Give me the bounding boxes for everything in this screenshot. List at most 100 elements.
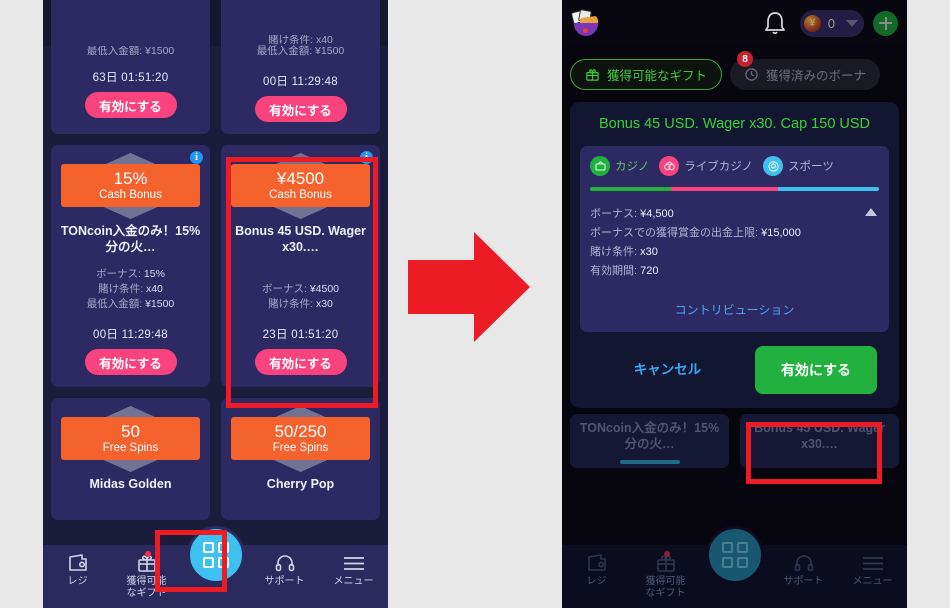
nav-label-cashier: レジ: [586, 576, 607, 587]
nav-label-gifts-line2: なギフト: [645, 588, 686, 599]
gift-card-row-partial: 最低入金額: ¥1500 63日 01:51:20 有効にする 賭け条件: x4…: [51, 0, 380, 134]
gift-meta-row: 最低入金額: ¥1500: [57, 297, 204, 312]
activate-button[interactable]: 有効にする: [254, 96, 347, 122]
bonus-details: ボーナス: ¥4,500 ボーナスでの獲得賞金の出金上限: ¥15,000 賭け…: [590, 205, 879, 281]
logo-accent-dot: [583, 28, 588, 33]
nav-item-cashier[interactable]: レジ: [565, 552, 629, 588]
meta-value: ¥1500: [145, 298, 175, 310]
gift-icon: [586, 69, 599, 81]
app-header-right: ¥ 0: [562, 0, 907, 46]
bottom-navigation-right: レジ 獲得可能 なギフト サポート メニュー: [562, 526, 907, 608]
bell-icon[interactable]: [764, 11, 786, 35]
background-card-title: TONcoin入金のみ！15%分の火…: [579, 421, 720, 451]
meta-label: ボーナス:: [96, 268, 141, 280]
gift-meta: ボーナス: ¥4500 賭け条件: x30: [227, 282, 374, 312]
tab-claimed-bonuses[interactable]: 獲得済みのボーナ: [730, 59, 881, 90]
nav-item-support[interactable]: サポート: [253, 552, 317, 588]
contribution-link[interactable]: コントリビューション: [590, 301, 879, 318]
notification-dot: [663, 551, 670, 557]
gifts-modal-screen: 獲得可能なギフト 獲得済みのボーナ 8 Bonus 45 USD. Wager …: [562, 46, 907, 608]
nav-label-support: サポート: [783, 576, 824, 587]
gift-timer: 00日 11:29:48: [93, 329, 168, 341]
headset-icon: [793, 552, 815, 574]
nav-item-games[interactable]: [186, 526, 245, 584]
tab-available-gifts[interactable]: 獲得可能なギフト: [570, 59, 723, 90]
nav-label-gifts: 獲得可能 なギフト: [646, 576, 686, 600]
gift-card-midas[interactable]: 50 Free Spins Midas Golden: [51, 398, 210, 520]
background-card-title: Bonus 45 USD. Wager x30.…: [754, 421, 885, 451]
gift-card-bonus45[interactable]: i ¥4500 Cash Bonus Bonus 45 USD. Wager x…: [221, 145, 380, 387]
category-casino: カジノ: [590, 156, 649, 176]
nav-item-menu[interactable]: メニュー: [841, 552, 905, 588]
gift-card-partial-2[interactable]: 賭け条件: x40 最低入金額: ¥1500 00日 11:29:48 有効にす…: [221, 0, 380, 134]
bonus-amount: 50/250: [274, 422, 327, 441]
detail-value: ¥15,000: [761, 227, 801, 239]
nav-item-cashier[interactable]: レジ: [46, 552, 110, 588]
gift-meta-row: 賭け条件: x30: [227, 297, 374, 312]
background-card-2[interactable]: Bonus 45 USD. Wager x30.…: [740, 414, 899, 468]
background-card-1[interactable]: TONcoin入金のみ！15%分の火…: [570, 414, 729, 468]
detail-label: 有効期間:: [590, 265, 638, 277]
bonus-ribbon: 50/250 Free Spins: [231, 417, 370, 460]
bonus-ribbon: 15% Cash Bonus: [61, 164, 200, 207]
gift-meta-clipped: 賭け条件: x40: [268, 35, 333, 44]
nav-item-support[interactable]: サポート: [772, 552, 836, 588]
add-funds-button[interactable]: [873, 10, 898, 36]
sports-ball-icon: [763, 156, 784, 176]
gift-tabs: 獲得可能なギフト 獲得済みのボーナ 8: [570, 46, 899, 90]
chevron-down-icon[interactable]: [846, 19, 858, 27]
wallet-icon: [586, 552, 608, 574]
activate-button[interactable]: 有効にする: [254, 349, 347, 375]
bonus-ribbon: 50 Free Spins: [61, 417, 200, 460]
noodle-bowl-logo[interactable]: [570, 9, 601, 36]
gift-icon: [655, 551, 677, 574]
wallet-icon: [67, 552, 89, 574]
gift-icon: [136, 551, 158, 574]
activate-button[interactable]: 有効にする: [84, 92, 177, 118]
progress-segment-live-casino: [670, 187, 778, 191]
bonus-type: Free Spins: [272, 442, 329, 454]
nav-label-menu: メニュー: [333, 576, 374, 587]
gift-title: Midas Golden: [89, 477, 172, 491]
detail-value: 720: [640, 265, 659, 277]
nav-label-support: サポート: [264, 576, 305, 587]
gift-meta-clipped: 最低入金額: ¥1500: [86, 46, 175, 55]
modal-title: Bonus 45 USD. Wager x30. Cap 150 USD: [598, 116, 871, 132]
nav-item-gifts[interactable]: 獲得可能 なギフト: [115, 551, 179, 600]
gift-meta-row: ボーナス: 15%: [57, 267, 204, 282]
bonus-amount: 50: [121, 422, 140, 441]
clock-icon: [745, 68, 758, 81]
nav-item-games[interactable]: [705, 526, 764, 584]
activate-button[interactable]: 有効にする: [84, 349, 177, 375]
balance-pill[interactable]: ¥ 0: [799, 9, 864, 37]
casino-chip-icon: [590, 156, 610, 176]
gift-timer: 63日 01:51:20: [92, 72, 169, 84]
progress-segment-sports: [777, 187, 879, 191]
nav-item-menu[interactable]: メニュー: [322, 552, 386, 588]
gift-card-row-main: i 15% Cash Bonus TONcoin入金のみ！15%分の火… ボーナ…: [51, 145, 380, 387]
activate-button-modal[interactable]: 有効にする: [755, 346, 877, 394]
notification-dot: [144, 551, 151, 557]
chevron-up-icon[interactable]: [865, 208, 877, 216]
meta-value: x40: [145, 283, 163, 295]
grid-icon: [721, 542, 748, 568]
meta-value: x30: [315, 298, 333, 310]
category-contribution-bar: [590, 187, 879, 191]
meta-value: 15%: [143, 268, 165, 280]
nav-item-gifts[interactable]: 獲得可能 なギフト: [634, 551, 698, 600]
detail-label: 賭け条件:: [590, 246, 638, 258]
detail-row-duration: 有効期間: 720: [590, 262, 879, 281]
tab-label-claimed: 獲得済みのボーナ: [766, 69, 867, 83]
hamburger-icon: [342, 552, 366, 574]
gift-card-toncoin[interactable]: i 15% Cash Bonus TONcoin入金のみ！15%分の火… ボーナ…: [51, 145, 210, 387]
detail-row-wager: 賭け条件: x30: [590, 243, 879, 262]
screenshot-stage: ¥ 0 最低入金額: ¥1500 63日 01:51:20 有効にする 賭け条件…: [0, 0, 950, 608]
hamburger-icon: [861, 552, 885, 574]
detail-row-cap: ボーナスでの獲得賞金の出金上限: ¥15,000: [590, 224, 879, 243]
detail-row-bonus: ボーナス: ¥4,500: [590, 205, 879, 224]
gift-card-cherry[interactable]: 50/250 Free Spins Cherry Pop: [221, 398, 380, 520]
cancel-button[interactable]: キャンセル: [580, 361, 755, 379]
gifts-list-left: 最低入金額: ¥1500 63日 01:51:20 有効にする 賭け条件: x4…: [43, 0, 388, 608]
gift-title: Cherry Pop: [266, 477, 335, 491]
gift-card-partial-1[interactable]: 最低入金額: ¥1500 63日 01:51:20 有効にする: [51, 0, 210, 134]
